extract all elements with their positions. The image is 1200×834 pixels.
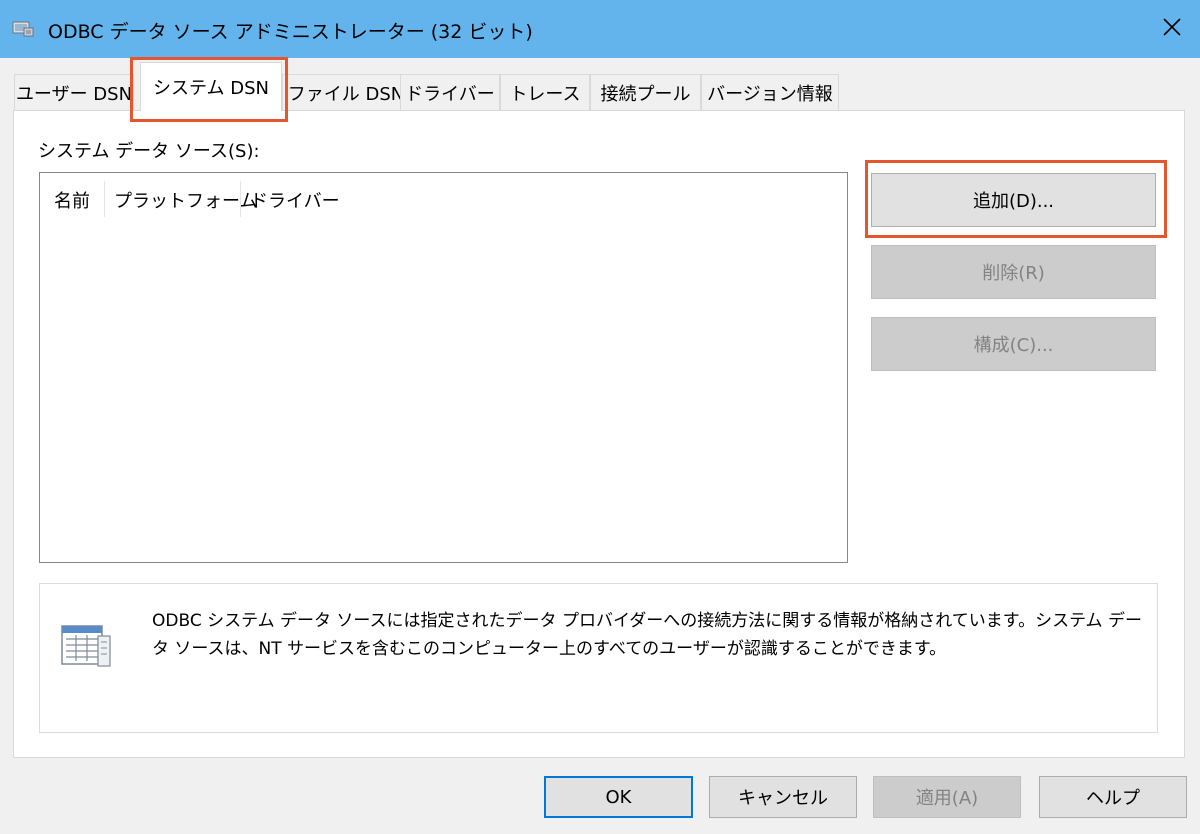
column-header-name[interactable]: 名前: [54, 183, 90, 217]
odbc-admin-icon: [12, 19, 34, 37]
tab-connection-pooling[interactable]: 接続プール: [590, 74, 701, 110]
help-button[interactable]: ヘルプ: [1039, 776, 1187, 818]
column-header-platform[interactable]: プラットフォーム: [114, 183, 257, 217]
tab-tracing[interactable]: トレース: [500, 74, 590, 110]
data-source-icon: [58, 620, 114, 670]
add-button[interactable]: 追加(D)...: [871, 173, 1156, 227]
tab-user-dsn[interactable]: ユーザー DSN: [14, 74, 134, 110]
ok-button[interactable]: OK: [544, 776, 693, 818]
window-title: ODBC データ ソース アドミニストレーター (32 ビット): [48, 21, 533, 43]
info-description: ODBC システム データ ソースには指定されたデータ プロバイダーへの接続方法…: [152, 611, 1142, 659]
system-data-source-label: システム データ ソース(S):: [38, 141, 260, 162]
tab-drivers[interactable]: ドライバー: [400, 74, 500, 110]
close-icon: [1162, 17, 1182, 42]
cancel-button[interactable]: キャンセル: [709, 776, 857, 818]
configure-button[interactable]: 構成(C)...: [871, 317, 1156, 371]
close-button[interactable]: [1150, 8, 1194, 50]
column-header-driver[interactable]: ドライバー: [250, 183, 340, 217]
tab-file-dsn[interactable]: ファイル DSN: [282, 74, 410, 110]
apply-button[interactable]: 適用(A): [873, 776, 1021, 818]
tab-system-dsn[interactable]: システム DSN: [140, 62, 282, 111]
column-divider[interactable]: [104, 181, 105, 217]
tab-about[interactable]: バージョン情報: [701, 74, 839, 110]
system-dsn-list[interactable]: 名前 プラットフォーム ドライバー: [39, 172, 848, 563]
title-bar: ODBC データ ソース アドミニストレーター (32 ビット): [0, 0, 1200, 58]
tab-strip: ユーザー DSN システム DSN ファイル DSN ドライバー トレース 接続…: [14, 62, 839, 111]
remove-button[interactable]: 削除(R): [871, 245, 1156, 299]
column-divider[interactable]: [240, 181, 241, 217]
